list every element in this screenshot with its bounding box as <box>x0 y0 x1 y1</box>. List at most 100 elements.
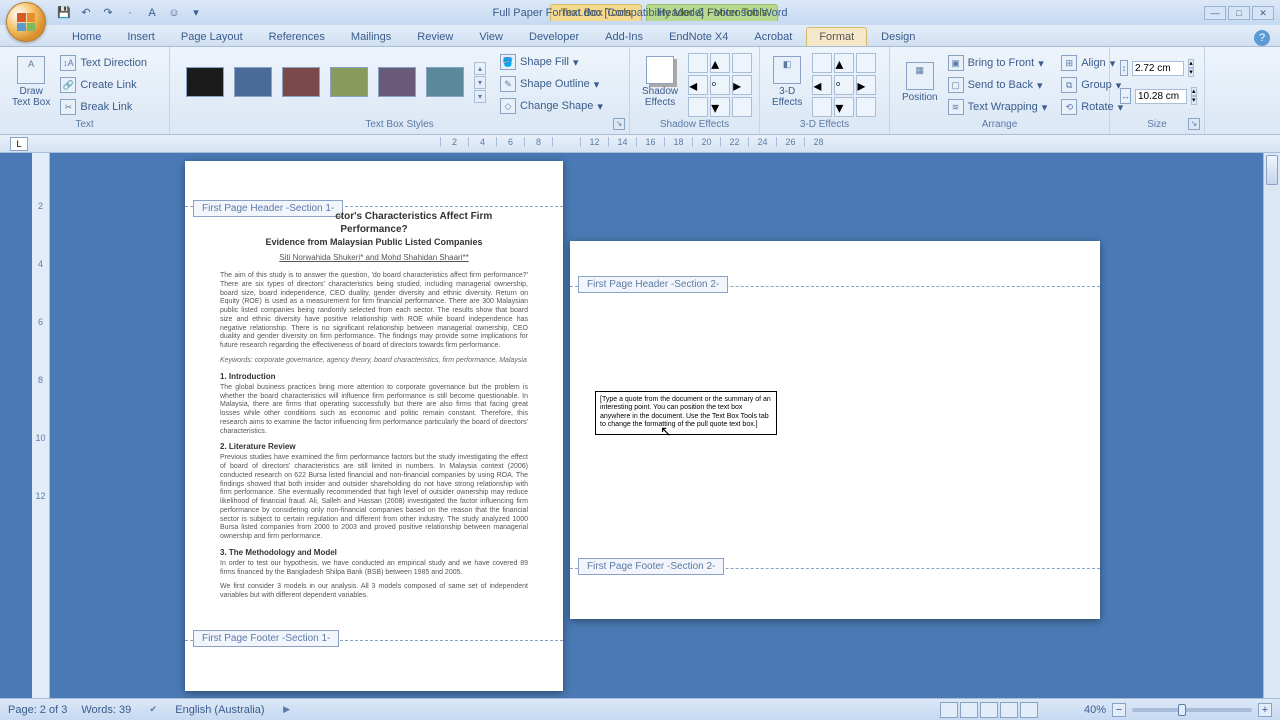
zoom-level[interactable]: 40% <box>1084 704 1106 716</box>
maximize-button[interactable]: □ <box>1228 6 1250 20</box>
view-buttons[interactable] <box>940 702 1038 718</box>
gallery-up-icon[interactable]: ▴ <box>474 62 486 75</box>
status-language[interactable]: English (Australia) <box>175 704 264 716</box>
break-link-icon: ✂ <box>60 99 76 115</box>
tilt-left-icon[interactable]: ◂ <box>812 75 832 95</box>
tilt-down-icon[interactable]: ▾ <box>834 97 854 117</box>
qat-dropdown-icon[interactable]: ▾ <box>188 5 204 21</box>
threed-effects-button[interactable]: ◧ 3-D Effects <box>766 49 808 115</box>
scrollbar-thumb[interactable] <box>1266 155 1278 185</box>
redo-icon[interactable]: ↷ <box>100 5 116 21</box>
group-icon: ⧉ <box>1061 77 1077 93</box>
change-shape-button[interactable]: ◇Change Shape ▾ <box>496 96 607 116</box>
height-down[interactable]: ▾ <box>1188 68 1194 77</box>
height-icon: ↕ <box>1120 60 1128 76</box>
size-dialog-launcher[interactable]: ↘ <box>1188 118 1200 130</box>
zoom-out-button[interactable]: − <box>1112 703 1126 717</box>
width-input[interactable] <box>1135 89 1187 104</box>
view-print-layout[interactable] <box>940 702 958 718</box>
pull-quote-textbox[interactable]: [Type a quote from the document or the s… <box>595 391 777 435</box>
shadow-nudge-grid[interactable]: ▴ ◂◦▸ ▾ <box>684 49 756 115</box>
threed-tilt-grid[interactable]: ▴ ◂◦▸ ▾ <box>808 49 880 115</box>
tab-selector[interactable]: L <box>10 137 28 151</box>
tab-developer[interactable]: Developer <box>517 28 591 46</box>
tab-review[interactable]: Review <box>405 28 465 46</box>
view-outline[interactable] <box>1000 702 1018 718</box>
sec-method: 3. The Methodology and Model <box>220 548 528 557</box>
zoom-slider[interactable] <box>1132 708 1252 712</box>
width-down[interactable]: ▾ <box>1191 96 1197 105</box>
nudge-up-icon[interactable]: ▴ <box>710 53 730 73</box>
draw-textbox-button[interactable]: A Draw Text Box <box>6 49 56 115</box>
minimize-button[interactable]: — <box>1204 6 1226 20</box>
tab-page-layout[interactable]: Page Layout <box>169 28 255 46</box>
style-swatch-6[interactable] <box>426 67 464 97</box>
nudge-center-icon[interactable]: ◦ <box>710 75 730 95</box>
style-gallery[interactable] <box>176 59 474 105</box>
view-web-layout[interactable] <box>980 702 998 718</box>
gallery-down-icon[interactable]: ▾ <box>474 76 486 89</box>
emoji-icon[interactable]: ☺ <box>166 5 182 21</box>
tab-home[interactable]: Home <box>60 28 113 46</box>
style-swatch-2[interactable] <box>234 67 272 97</box>
spellcheck-icon[interactable]: ✔ <box>145 702 161 718</box>
bring-front-button[interactable]: ▣Bring to Front ▾ <box>944 53 1052 73</box>
break-link-button[interactable]: ✂Break Link <box>56 97 151 117</box>
shape-outline-button[interactable]: ✎Shape Outline ▾ <box>496 74 607 94</box>
view-full-screen[interactable] <box>960 702 978 718</box>
vertical-ruler[interactable]: 24681012 <box>32 153 50 698</box>
tab-format[interactable]: Format <box>806 27 867 46</box>
save-icon[interactable]: 💾 <box>56 5 72 21</box>
gallery-more-icon[interactable]: ▾ <box>474 90 486 103</box>
create-link-button[interactable]: 🔗Create Link <box>56 75 151 95</box>
tab-addins[interactable]: Add-Ins <box>593 28 655 46</box>
window-title: Full Paper Format.doc [Compatibility Mod… <box>492 7 787 19</box>
position-icon: ▦ <box>906 62 934 90</box>
view-draft[interactable] <box>1020 702 1038 718</box>
shape-fill-button[interactable]: 🪣Shape Fill ▾ <box>496 52 607 72</box>
width-up[interactable]: ▴ <box>1191 87 1197 96</box>
style-swatch-3[interactable] <box>282 67 320 97</box>
vertical-scrollbar[interactable] <box>1263 153 1280 698</box>
page-1[interactable]: First Page Header -Section 1- Do Board o… <box>185 161 563 691</box>
nudge-right-icon[interactable]: ▸ <box>732 75 752 95</box>
tab-mailings[interactable]: Mailings <box>339 28 403 46</box>
style-swatch-4[interactable] <box>330 67 368 97</box>
nudge-down-icon[interactable]: ▾ <box>710 97 730 117</box>
tab-insert[interactable]: Insert <box>115 28 167 46</box>
doc-p1: The global business practices bring more… <box>220 384 528 437</box>
page-2[interactable]: First Page Header -Section 2- [Type a qu… <box>570 241 1100 619</box>
send-back-button[interactable]: ▢Send to Back ▾ <box>944 75 1052 95</box>
office-button[interactable] <box>6 2 46 42</box>
tab-design[interactable]: Design <box>869 28 927 46</box>
shadow-effects-button[interactable]: Shadow Effects <box>636 49 684 115</box>
undo-icon[interactable]: ↶ <box>78 5 94 21</box>
tab-acrobat[interactable]: Acrobat <box>742 28 804 46</box>
text-wrap-button[interactable]: ≋Text Wrapping ▾ <box>944 97 1052 117</box>
height-input[interactable] <box>1132 61 1184 76</box>
font-icon[interactable]: A <box>144 5 160 21</box>
position-button[interactable]: ▦ Position <box>896 49 944 115</box>
tab-endnote[interactable]: EndNote X4 <box>657 28 740 46</box>
tab-references[interactable]: References <box>257 28 337 46</box>
styles-dialog-launcher[interactable]: ↘ <box>613 118 625 130</box>
sec-litrev: 2. Literature Review <box>220 442 528 451</box>
help-icon[interactable]: ? <box>1254 30 1270 46</box>
nudge-left-icon[interactable]: ◂ <box>688 75 708 95</box>
close-button[interactable]: ✕ <box>1252 6 1274 20</box>
style-swatch-5[interactable] <box>378 67 416 97</box>
text-direction-button[interactable]: ↕AText Direction <box>56 53 151 73</box>
tilt-up-icon[interactable]: ▴ <box>834 53 854 73</box>
align-icon: ⊞ <box>1061 55 1077 71</box>
tab-view[interactable]: View <box>467 28 515 46</box>
tilt-right-icon[interactable]: ▸ <box>856 75 876 95</box>
style-swatch-1[interactable] <box>186 67 224 97</box>
zoom-in-button[interactable]: + <box>1258 703 1272 717</box>
height-up[interactable]: ▴ <box>1188 59 1194 68</box>
tilt-center-icon[interactable]: ◦ <box>834 75 854 95</box>
status-words[interactable]: Words: 39 <box>81 704 131 716</box>
horizontal-ruler[interactable]: L 2468121416182022242628 <box>0 135 1280 153</box>
status-page[interactable]: Page: 2 of 3 <box>8 704 67 716</box>
macro-icon[interactable]: ▶ <box>279 702 295 718</box>
zoom-thumb[interactable] <box>1178 704 1186 716</box>
